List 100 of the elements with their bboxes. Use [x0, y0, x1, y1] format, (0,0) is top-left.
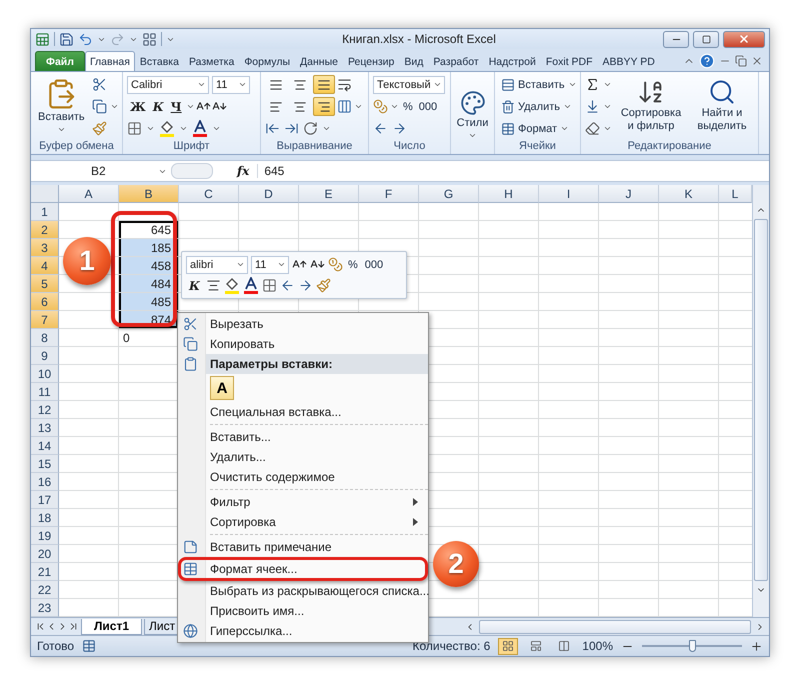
menu-item[interactable]: Вырезать	[178, 314, 428, 334]
align-center-icon[interactable]	[206, 278, 221, 293]
sheet-tab[interactable]: Лист1	[81, 618, 142, 634]
row-header[interactable]: 4	[31, 257, 59, 275]
caret-icon[interactable]	[238, 80, 247, 89]
thousands-button[interactable]: 000	[416, 97, 440, 116]
fill-color-icon[interactable]	[224, 277, 240, 294]
vertical-align-button[interactable]	[313, 75, 335, 94]
row-header[interactable]: 16	[31, 473, 59, 491]
menu-item[interactable]: Присвоить имя...	[178, 601, 428, 621]
insert-function-button[interactable]: fx	[213, 164, 258, 178]
font-color-icon[interactable]	[242, 277, 259, 294]
row-header[interactable]: 12	[31, 401, 59, 419]
font-name-field[interactable]: Calibri	[127, 76, 209, 94]
column-header[interactable]: D	[239, 185, 299, 203]
column-header[interactable]: E	[299, 185, 359, 203]
caret-icon[interactable]	[179, 124, 188, 133]
caret-icon[interactable]	[603, 80, 612, 89]
ribbon-tab[interactable]: Рецензир	[342, 51, 400, 71]
menu-item[interactable]: Копировать	[178, 334, 428, 354]
menu-item[interactable]: Гиперссылка...	[178, 621, 428, 641]
row-header[interactable]: 2	[31, 221, 59, 239]
column-header[interactable]: L	[719, 185, 752, 203]
scissors-icon[interactable]	[92, 77, 107, 92]
merge-icon[interactable]	[337, 99, 352, 114]
brush-icon[interactable]	[316, 278, 331, 293]
fill-color-icon[interactable]	[159, 120, 175, 137]
column-header[interactable]: J	[599, 185, 659, 203]
caret-icon[interactable]	[568, 80, 577, 89]
font-name-field[interactable]: alibri	[186, 256, 248, 274]
borders-icon[interactable]	[127, 121, 142, 136]
name-box[interactable]: B2	[31, 162, 171, 180]
cells-button[interactable]: Вставить	[499, 75, 579, 94]
ribbon-tab[interactable]: Главная	[84, 51, 135, 71]
ribbon-tab[interactable]: Формулы	[239, 51, 296, 71]
caret-icon[interactable]	[390, 102, 399, 111]
paste-button[interactable]: Вставить	[35, 75, 88, 139]
last-sheet-icon[interactable]	[68, 621, 79, 632]
formula-field[interactable]: 645	[258, 162, 769, 180]
currency-icon[interactable]	[373, 99, 388, 114]
undo-icon[interactable]	[78, 32, 93, 46]
eraser-icon[interactable]	[585, 121, 600, 136]
caret-icon[interactable]	[433, 80, 442, 89]
maximize-button[interactable]	[693, 30, 719, 48]
caret-icon[interactable]	[110, 102, 119, 111]
ribbon-tab[interactable]: ABBYY PD	[598, 51, 660, 71]
column-header[interactable]: F	[359, 185, 419, 203]
percent-button[interactable]: %	[346, 255, 360, 274]
ribbon-tab[interactable]: Вставка	[134, 51, 184, 71]
scrollbar-thumb[interactable]	[754, 219, 768, 581]
menu-item[interactable]: Сортировка	[178, 512, 428, 532]
row-header[interactable]: 21	[31, 563, 59, 581]
first-sheet-icon[interactable]	[35, 621, 46, 632]
menu-item[interactable]: Вставить...	[178, 427, 428, 447]
italic-button[interactable]: К	[150, 97, 167, 116]
ribbon-tab[interactable]: Foxit PDF	[540, 51, 598, 71]
borders-icon[interactable]	[262, 278, 277, 293]
row-header[interactable]: 13	[31, 419, 59, 437]
font-size-field[interactable]: 11	[251, 256, 289, 274]
font-size-field[interactable]: 11	[212, 76, 250, 94]
column-header[interactable]: I	[539, 185, 599, 203]
caret-icon[interactable]	[186, 102, 195, 111]
cells-button[interactable]: Удалить	[499, 97, 579, 116]
column-header[interactable]: K	[659, 185, 719, 203]
row-header[interactable]: 3	[31, 239, 59, 257]
menu-item[interactable]: Фильтр	[178, 492, 428, 512]
column-header[interactable]: H	[479, 185, 539, 203]
zoom-in-icon[interactable]	[750, 640, 763, 652]
row-header[interactable]: 6	[31, 293, 59, 311]
row-header[interactable]: 8	[31, 329, 59, 347]
menu-item[interactable]: Специальная вставка...	[178, 402, 428, 422]
percent-button[interactable]: %	[401, 97, 415, 116]
restore-icon[interactable]	[735, 55, 747, 67]
column-header[interactable]: G	[419, 185, 479, 203]
file-tab[interactable]: Файл	[35, 51, 85, 71]
caret-icon[interactable]	[603, 102, 612, 111]
sum-icon[interactable]	[585, 77, 600, 92]
increase-indent-icon[interactable]	[284, 121, 299, 136]
styles-button[interactable]: Стили	[454, 86, 492, 142]
font-color-icon[interactable]	[192, 120, 208, 137]
underline-button[interactable]: Ч	[168, 97, 185, 116]
row-header[interactable]: 15	[31, 455, 59, 473]
find-button[interactable]: Найти и выделить	[690, 75, 754, 139]
save-icon[interactable]	[59, 32, 74, 46]
paste-values-button[interactable]: A	[210, 376, 234, 400]
column-header[interactable]: B	[119, 185, 179, 203]
caret-icon[interactable]	[322, 124, 331, 133]
ribbon-tab[interactable]: Разработ	[428, 51, 484, 71]
menu-item[interactable]: Выбрать из раскрывающегося списка...	[178, 581, 428, 601]
bold-button[interactable]: Ж	[127, 97, 149, 116]
row-header[interactable]: 5	[31, 275, 59, 293]
ribbon-tab[interactable]: Надстрой	[484, 51, 541, 71]
menu-item[interactable]: Очистить содержимое	[178, 467, 428, 487]
horizontal-scrollbar[interactable]	[479, 620, 751, 634]
caret-icon[interactable]	[277, 260, 286, 269]
row-header[interactable]: 18	[31, 509, 59, 527]
zoom-slider-thumb[interactable]	[689, 640, 696, 652]
row-header[interactable]: 19	[31, 527, 59, 545]
menu-item[interactable]: Формат ячеек...	[178, 557, 428, 581]
caret-icon[interactable]	[197, 80, 206, 89]
